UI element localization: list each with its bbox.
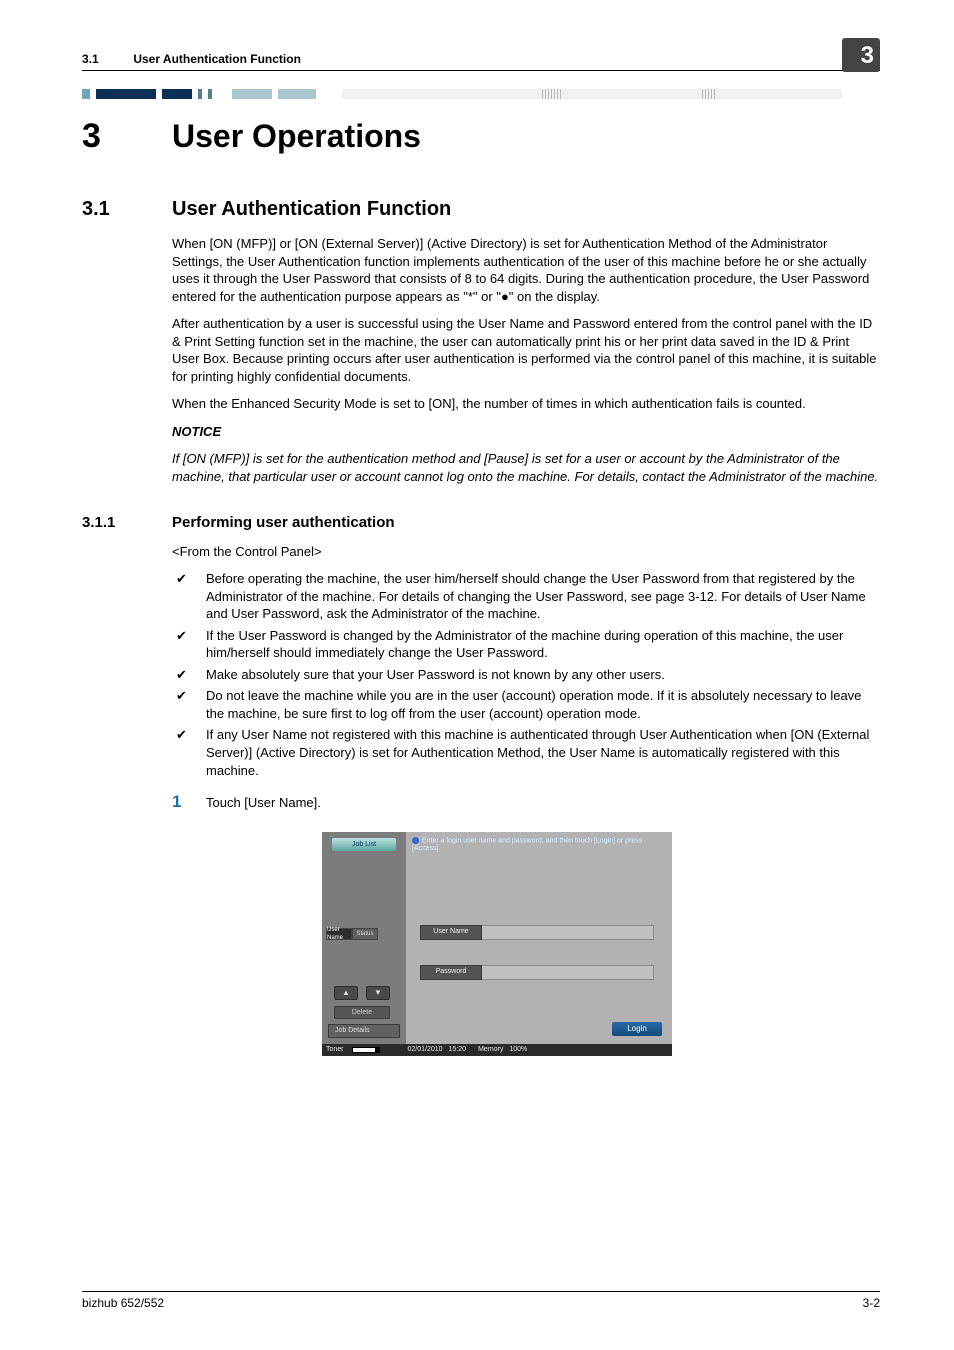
job-details-button[interactable]: Job Details: [328, 1024, 400, 1038]
step-1: 1 Touch [User Name].: [172, 791, 880, 814]
chapter-heading: 3 User Operations: [82, 117, 880, 156]
toner-bar-icon: [352, 1047, 380, 1053]
checklist-item: If any User Name not registered with thi…: [172, 726, 880, 779]
arrow-down-icon[interactable]: ▼: [366, 986, 390, 1000]
footer-page-num: 3-2: [863, 1296, 880, 1310]
paragraph-2: After authentication by a user is succes…: [172, 315, 880, 385]
color-bar-svg: [82, 89, 880, 99]
running-header-section-title: User Authentication Function: [133, 52, 301, 66]
password-input[interactable]: [482, 965, 654, 980]
chapter-tab-num: 3: [861, 42, 874, 70]
cp-status-bar: Toner 02/01/2010 15:20 Memory 100%: [322, 1044, 672, 1056]
cp-sidebar: Job List User Name Status ▲ ▼ Delete Job…: [322, 832, 406, 1044]
section-heading-num: 3.1: [82, 198, 172, 221]
tab-user-name[interactable]: User Name: [326, 928, 352, 940]
cp-instruction: Enter a login user name and password, an…: [412, 837, 666, 853]
cp-tabs: User Name Status: [326, 928, 378, 940]
section-heading: 3.1 User Authentication Function: [82, 198, 880, 221]
toner-label: Toner: [326, 1045, 344, 1054]
sub-source-label: <From the Control Panel>: [172, 543, 880, 561]
checklist-item: If the User Password is changed by the A…: [172, 627, 880, 662]
notice-heading: NOTICE: [172, 423, 880, 441]
running-header-left: 3.1 User Authentication Function: [82, 52, 301, 66]
chapter-heading-title: User Operations: [172, 118, 421, 155]
control-panel-screenshot: Job List User Name Status ▲ ▼ Delete Job…: [322, 832, 672, 1056]
delete-button[interactable]: Delete: [334, 1006, 390, 1019]
cp-main: Enter a login user name and password, an…: [406, 832, 672, 1044]
user-name-field-row: User Name: [420, 924, 654, 940]
checklist-item: Before operating the machine, the user h…: [172, 570, 880, 623]
arrow-up-icon[interactable]: ▲: [334, 986, 358, 1000]
login-button[interactable]: Login: [612, 1022, 662, 1036]
step-number: 1: [172, 791, 206, 814]
chapter-heading-num: 3: [82, 117, 172, 156]
checklist: Before operating the machine, the user h…: [172, 570, 880, 779]
subsection-heading: 3.1.1 Performing user authentication: [82, 514, 880, 531]
status-time: 15:20: [449, 1045, 467, 1054]
user-name-input[interactable]: [482, 925, 654, 940]
paragraph-3: When the Enhanced Security Mode is set t…: [172, 395, 880, 413]
decorative-color-bar: [82, 89, 880, 99]
checklist-item: Do not leave the machine while you are i…: [172, 687, 880, 722]
footer-model: bizhub 652/552: [82, 1296, 164, 1310]
subsection-heading-num: 3.1.1: [82, 514, 172, 531]
job-list-button[interactable]: Job List: [332, 838, 396, 851]
memory-value: 100%: [509, 1045, 527, 1054]
notice-body: If [ON (MFP)] is set for the authenticat…: [172, 450, 880, 485]
password-field-row: Password: [420, 964, 654, 980]
tab-status[interactable]: Status: [352, 928, 378, 940]
step-text: Touch [User Name].: [206, 791, 321, 812]
paragraph-1: When [ON (MFP)] or [ON (External Server)…: [172, 235, 880, 305]
status-date: 02/01/2010: [408, 1045, 443, 1054]
user-name-button[interactable]: User Name: [420, 925, 482, 940]
running-header-section-num: 3.1: [82, 52, 130, 66]
checklist-item: Make absolutely sure that your User Pass…: [172, 666, 880, 684]
chapter-tab: 3: [842, 38, 880, 72]
running-header: 3.1 User Authentication Function 3: [82, 38, 880, 71]
subsection-heading-title: Performing user authentication: [172, 514, 395, 531]
section-heading-title: User Authentication Function: [172, 198, 451, 221]
password-button[interactable]: Password: [420, 965, 482, 980]
memory-label: Memory: [478, 1045, 503, 1054]
page-footer: bizhub 652/552 3-2: [82, 1291, 880, 1310]
cp-scroll-arrows: ▲ ▼: [334, 986, 390, 1000]
